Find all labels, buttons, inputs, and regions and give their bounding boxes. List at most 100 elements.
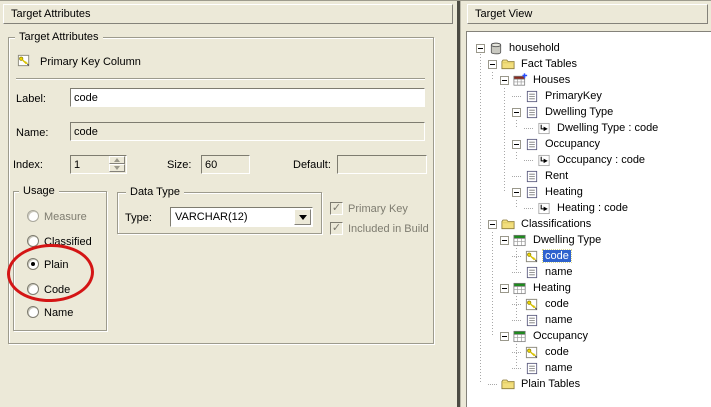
collapse-icon[interactable] bbox=[512, 188, 521, 197]
tree-node-heating[interactable]: Heating bbox=[512, 184, 585, 200]
radio-measure-label: Measure bbox=[44, 211, 87, 223]
radio-name[interactable] bbox=[27, 306, 39, 318]
tree-connector bbox=[512, 304, 521, 305]
tree-connector bbox=[512, 272, 521, 273]
tree-node-label[interactable]: Classifications bbox=[519, 218, 593, 230]
collapse-icon[interactable] bbox=[476, 44, 485, 53]
attribute-icon bbox=[524, 105, 540, 120]
tree-node-label[interactable]: Heating : code bbox=[555, 202, 630, 214]
tree-node-label[interactable]: Dwelling Type bbox=[531, 234, 603, 246]
tree-node-occupancy[interactable]: Occupancy bbox=[512, 136, 602, 152]
collapse-icon[interactable] bbox=[500, 236, 509, 245]
tree-node-classifications[interactable]: Classifications bbox=[488, 216, 593, 232]
tree-node-label[interactable]: PrimaryKey bbox=[543, 90, 604, 102]
tree-node-occupancy-mapping[interactable]: Occupancy : code bbox=[524, 152, 647, 168]
fact-table-icon bbox=[512, 73, 528, 88]
folder-icon bbox=[500, 57, 516, 72]
tree-line bbox=[516, 200, 517, 208]
primary-key-icon bbox=[524, 297, 540, 312]
tree-node-fact-tables[interactable]: Fact Tables bbox=[488, 56, 579, 72]
radio-name-label[interactable]: Name bbox=[44, 307, 73, 319]
tree-node-label[interactable]: Rent bbox=[543, 170, 570, 182]
index-caption: Index: bbox=[13, 159, 43, 171]
tree-connector bbox=[512, 256, 521, 257]
tree-node-label[interactable]: code bbox=[543, 346, 571, 358]
tree-line bbox=[516, 120, 517, 128]
type-dropdown-value: VARCHAR(12) bbox=[171, 211, 294, 223]
tree-node-household[interactable]: household bbox=[476, 40, 562, 56]
tree-node-label[interactable]: name bbox=[543, 314, 575, 326]
tree-node-label[interactable]: Dwelling Type : code bbox=[555, 122, 660, 134]
target-attributes-header: Target Attributes bbox=[3, 4, 453, 24]
tree-node-code[interactable]: code bbox=[512, 344, 571, 360]
tree-node-label[interactable]: Houses bbox=[531, 74, 572, 86]
tree-node-label[interactable]: Dwelling Type bbox=[543, 106, 615, 118]
included-in-build-checkbox-label: Included in Build bbox=[348, 223, 429, 235]
attribute-icon bbox=[524, 265, 540, 280]
tree-node-label[interactable]: code bbox=[543, 250, 571, 262]
tree-node-class-occupancy[interactable]: Occupancy bbox=[500, 328, 590, 344]
collapse-icon[interactable] bbox=[500, 284, 509, 293]
tree-connector bbox=[512, 368, 521, 369]
separator bbox=[16, 78, 425, 80]
tree-node-dwelling-type[interactable]: Dwelling Type bbox=[512, 104, 615, 120]
default-input bbox=[337, 155, 427, 174]
class-table-icon bbox=[512, 281, 528, 296]
mapping-arrow-icon bbox=[536, 153, 552, 168]
tree-node-heating-mapping[interactable]: Heating : code bbox=[524, 200, 630, 216]
tree-node-label[interactable]: Heating bbox=[543, 186, 585, 198]
name-input bbox=[70, 122, 425, 141]
primary-key-icon bbox=[524, 345, 540, 360]
collapse-icon[interactable] bbox=[512, 108, 521, 117]
target-attributes-header-label: Target Attributes bbox=[11, 8, 91, 20]
collapse-icon[interactable] bbox=[500, 76, 509, 85]
collapse-icon[interactable] bbox=[488, 220, 497, 229]
tree-node-label[interactable]: Fact Tables bbox=[519, 58, 579, 70]
name-caption: Name: bbox=[16, 127, 48, 139]
tree-node-label[interactable]: Plain Tables bbox=[519, 378, 582, 390]
tree-node-dwelling-type-mapping[interactable]: Dwelling Type : code bbox=[524, 120, 660, 136]
up-arrow-icon bbox=[114, 158, 120, 162]
tree-node-label[interactable]: Heating bbox=[531, 282, 573, 294]
tree-connector bbox=[524, 128, 533, 129]
tree-node-label[interactable]: name bbox=[543, 362, 575, 374]
tree-node-code[interactable]: code bbox=[512, 296, 571, 312]
tree-node-label[interactable]: code bbox=[543, 298, 571, 310]
tree-node-name[interactable]: name bbox=[512, 312, 575, 328]
included-in-build-checkbox: ✓ bbox=[330, 222, 343, 235]
usage-legend: Usage bbox=[19, 185, 59, 198]
tree-node-label[interactable]: Occupancy bbox=[531, 330, 590, 342]
tree-node-label[interactable]: household bbox=[507, 42, 562, 54]
collapse-icon[interactable] bbox=[512, 140, 521, 149]
primary-key-icon bbox=[524, 249, 540, 264]
collapse-icon[interactable] bbox=[488, 60, 497, 69]
radio-measure bbox=[27, 210, 39, 222]
tree-node-code-selected[interactable]: code bbox=[512, 248, 571, 264]
type-dropdown[interactable]: VARCHAR(12) bbox=[170, 207, 313, 227]
tree-node-label[interactable]: Occupancy bbox=[543, 138, 602, 150]
database-icon bbox=[488, 41, 504, 56]
tree-connector bbox=[524, 160, 533, 161]
label-input[interactable] bbox=[70, 88, 425, 107]
tree-node-label[interactable]: Occupancy : code bbox=[555, 154, 647, 166]
tree-connector bbox=[524, 208, 533, 209]
tree-node-name[interactable]: name bbox=[512, 264, 575, 280]
collapse-icon[interactable] bbox=[500, 332, 509, 341]
groupbox-legend: Target Attributes bbox=[15, 31, 103, 44]
tree-node-class-dwelling-type[interactable]: Dwelling Type bbox=[500, 232, 603, 248]
attribute-icon bbox=[524, 185, 540, 200]
tree-connector bbox=[512, 176, 521, 177]
size-caption: Size: bbox=[167, 159, 191, 171]
index-spin-up-button bbox=[109, 156, 125, 164]
class-table-icon bbox=[512, 233, 528, 248]
tree-node-class-heating[interactable]: Heating bbox=[500, 280, 573, 296]
label-caption: Label: bbox=[16, 93, 46, 105]
tree-node-houses[interactable]: Houses bbox=[500, 72, 572, 88]
tree-node-label[interactable]: name bbox=[543, 266, 575, 278]
tree-node-name[interactable]: name bbox=[512, 360, 575, 376]
tree-node-primarykey[interactable]: PrimaryKey bbox=[512, 88, 604, 104]
tree-node-plain-tables[interactable]: Plain Tables bbox=[488, 376, 582, 392]
tree-node-rent[interactable]: Rent bbox=[512, 168, 570, 184]
dropdown-button[interactable] bbox=[294, 209, 311, 225]
tree-line bbox=[516, 152, 517, 160]
